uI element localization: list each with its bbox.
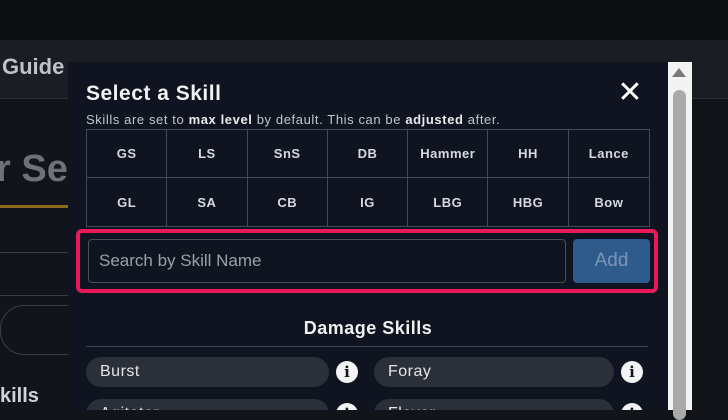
scroll-up-arrow-icon[interactable] — [672, 68, 686, 77]
heading-underline — [0, 205, 70, 208]
weapon-hh[interactable]: HH — [488, 130, 569, 178]
section-divider — [86, 346, 648, 347]
info-icon[interactable]: i — [336, 403, 358, 410]
nav-guide-link[interactable]: Guide — [2, 54, 64, 80]
modal-scrollbar[interactable] — [668, 62, 692, 420]
section-title-damage-skills: Damage Skills — [303, 318, 433, 338]
add-button[interactable]: Add — [573, 239, 650, 283]
info-icon[interactable]: i — [621, 403, 643, 410]
weapon-sns[interactable]: SnS — [247, 130, 328, 178]
skill-search-input[interactable] — [88, 239, 566, 283]
skill-item-agitator[interactable]: Agitator — [86, 399, 329, 410]
weapon-hbg[interactable]: HBG — [488, 178, 569, 226]
weapon-lance[interactable]: Lance — [568, 130, 649, 178]
weapon-cb[interactable]: CB — [248, 178, 328, 226]
weapon-hammer[interactable]: Hammer — [408, 130, 489, 178]
select-skill-modal: Select a Skill ✕ Skills are set to max l… — [68, 62, 668, 410]
weapon-ig[interactable]: IG — [328, 178, 409, 226]
modal-title: Select a Skill — [86, 82, 222, 105]
top-bar — [0, 0, 728, 40]
scrollbar-thumb[interactable] — [673, 90, 686, 420]
weapon-ls[interactable]: LS — [167, 130, 248, 178]
skill-item-foray[interactable]: Foray — [374, 357, 614, 387]
skills-heading: kills — [0, 385, 39, 407]
info-icon[interactable]: i — [621, 361, 643, 383]
weapon-lbg[interactable]: LBG — [408, 178, 489, 226]
skill-item-burst[interactable]: Burst — [86, 357, 329, 387]
weapon-gl[interactable]: GL — [87, 178, 168, 226]
search-highlight-box: Add — [76, 229, 658, 293]
info-icon[interactable]: i — [336, 361, 358, 383]
weapon-gs[interactable]: GS — [87, 130, 168, 178]
weapon-bow[interactable]: Bow — [569, 178, 649, 226]
weapon-db[interactable]: DB — [327, 130, 409, 178]
close-icon[interactable]: ✕ — [616, 78, 644, 108]
modal-note: Skills are set to max level by default. … — [86, 112, 501, 127]
weapon-sa[interactable]: SA — [167, 178, 248, 226]
weapon-filter-grid: GS LS SnS DB Hammer HH Lance GL SA CB IG… — [86, 129, 650, 227]
skill-item-flayer[interactable]: Flayer — [374, 399, 614, 410]
